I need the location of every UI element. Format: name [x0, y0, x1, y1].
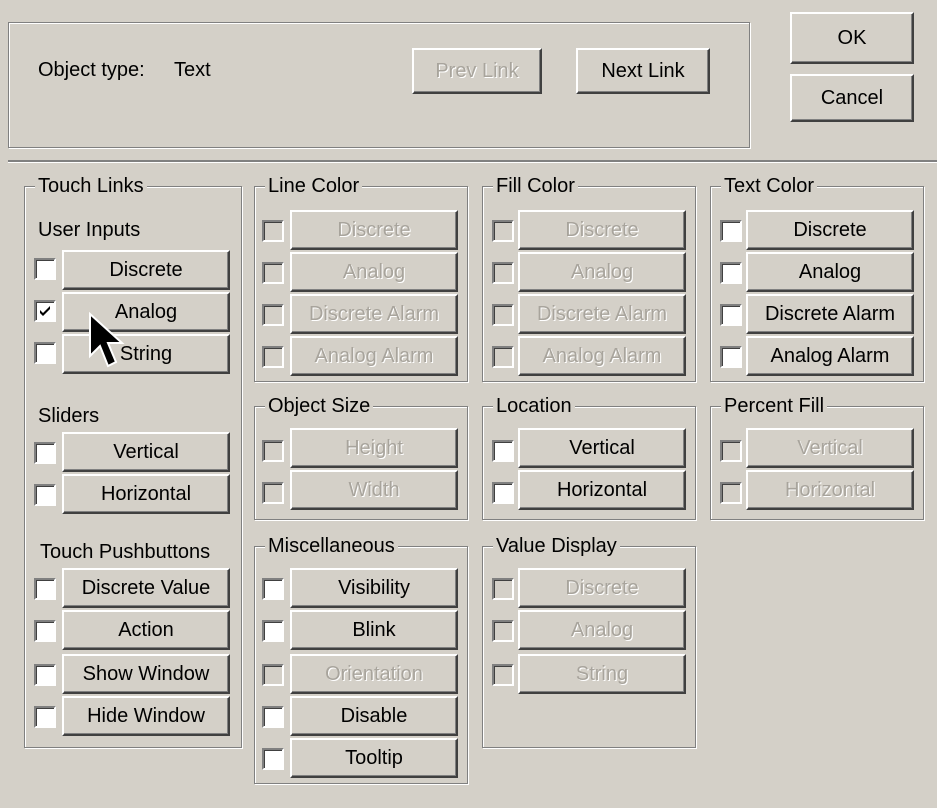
slider-horizontal-checkbox[interactable] — [34, 484, 56, 506]
text-color-analog-alarm-button[interactable]: Analog Alarm — [746, 336, 914, 376]
misc-tooltip-checkbox[interactable] — [262, 748, 284, 770]
fill-color-title: Fill Color — [493, 174, 578, 198]
line-color-analog-alarm-checkbox[interactable] — [262, 346, 284, 368]
location-title: Location — [493, 394, 575, 418]
line-color-discrete-alarm-button[interactable]: Discrete Alarm — [290, 294, 458, 334]
value-display-string-checkbox[interactable] — [492, 664, 514, 686]
user-input-discrete-button[interactable]: Discrete — [62, 250, 230, 290]
touch-pushbuttons-label: Touch Pushbuttons — [40, 541, 211, 563]
text-color-analog-checkbox[interactable] — [720, 262, 742, 284]
mouse-cursor-icon — [89, 312, 125, 368]
line-color-analog-button[interactable]: Analog — [290, 252, 458, 292]
prev-link-button[interactable]: Prev Link — [412, 48, 542, 94]
ok-button[interactable]: OK — [790, 12, 914, 64]
object-size-width-button[interactable]: Width — [290, 470, 458, 510]
user-input-string-checkbox[interactable] — [34, 342, 56, 364]
pushbutton-action-button[interactable]: Action — [62, 610, 230, 650]
text-color-discrete-alarm-checkbox[interactable] — [720, 304, 742, 326]
percent-fill-vertical-button[interactable]: Vertical — [746, 428, 914, 468]
pushbutton-hide-window-button[interactable]: Hide Window — [62, 696, 230, 736]
check-icon — [40, 306, 50, 316]
pushbutton-discrete-value-checkbox[interactable] — [34, 578, 56, 600]
location-vertical-button[interactable]: Vertical — [518, 428, 686, 468]
slider-horizontal-button[interactable]: Horizontal — [62, 474, 230, 514]
line-color-discrete-checkbox[interactable] — [262, 220, 284, 242]
object-size-width-checkbox[interactable] — [262, 482, 284, 504]
pushbutton-show-window-button[interactable]: Show Window — [62, 654, 230, 694]
misc-visibility-checkbox[interactable] — [262, 578, 284, 600]
text-color-discrete-button[interactable]: Discrete — [746, 210, 914, 250]
fill-color-discrete-alarm-button[interactable]: Discrete Alarm — [518, 294, 686, 334]
miscellaneous-title: Miscellaneous — [265, 534, 398, 558]
user-input-discrete-checkbox[interactable] — [34, 258, 56, 280]
line-color-title: Line Color — [265, 174, 363, 198]
object-type-value: Text — [174, 59, 211, 81]
fill-color-discrete-button[interactable]: Discrete — [518, 210, 686, 250]
text-color-discrete-checkbox[interactable] — [720, 220, 742, 242]
line-color-analog-checkbox[interactable] — [262, 262, 284, 284]
misc-disable-checkbox[interactable] — [262, 706, 284, 728]
touch-links-title: Touch Links — [35, 174, 147, 198]
misc-visibility-button[interactable]: Visibility — [290, 568, 458, 608]
text-color-discrete-alarm-button[interactable]: Discrete Alarm — [746, 294, 914, 334]
value-display-discrete-checkbox[interactable] — [492, 578, 514, 600]
misc-blink-checkbox[interactable] — [262, 620, 284, 642]
misc-orientation-checkbox[interactable] — [262, 664, 284, 686]
location-horizontal-checkbox[interactable] — [492, 482, 514, 504]
line-color-analog-alarm-button[interactable]: Analog Alarm — [290, 336, 458, 376]
pushbutton-show-window-checkbox[interactable] — [34, 664, 56, 686]
pushbutton-discrete-value-button[interactable]: Discrete Value — [62, 568, 230, 608]
object-size-title: Object Size — [265, 394, 374, 418]
location-vertical-checkbox[interactable] — [492, 440, 514, 462]
cancel-button[interactable]: Cancel — [790, 74, 914, 122]
line-color-discrete-alarm-checkbox[interactable] — [262, 304, 284, 326]
percent-fill-horizontal-checkbox[interactable] — [720, 482, 742, 504]
value-display-analog-checkbox[interactable] — [492, 620, 514, 642]
location-horizontal-button[interactable]: Horizontal — [518, 470, 686, 510]
misc-blink-button[interactable]: Blink — [290, 610, 458, 650]
text-color-analog-button[interactable]: Analog — [746, 252, 914, 292]
fill-color-analog-button[interactable]: Analog — [518, 252, 686, 292]
fill-color-analog-alarm-button[interactable]: Analog Alarm — [518, 336, 686, 376]
value-display-discrete-button[interactable]: Discrete — [518, 568, 686, 608]
text-color-title: Text Color — [721, 174, 818, 198]
fill-color-discrete-checkbox[interactable] — [492, 220, 514, 242]
percent-fill-horizontal-button[interactable]: Horizontal — [746, 470, 914, 510]
pushbutton-hide-window-checkbox[interactable] — [34, 706, 56, 728]
value-display-analog-button[interactable]: Analog — [518, 610, 686, 650]
separator-line — [8, 160, 937, 163]
text-color-analog-alarm-checkbox[interactable] — [720, 346, 742, 368]
user-inputs-label: User Inputs — [38, 219, 141, 241]
percent-fill-vertical-checkbox[interactable] — [720, 440, 742, 462]
object-size-height-checkbox[interactable] — [262, 440, 284, 462]
fill-color-discrete-alarm-checkbox[interactable] — [492, 304, 514, 326]
user-input-analog-checkbox[interactable] — [34, 300, 56, 322]
fill-color-analog-checkbox[interactable] — [492, 262, 514, 284]
sliders-label: Sliders — [38, 405, 100, 427]
pushbutton-action-checkbox[interactable] — [34, 620, 56, 642]
slider-vertical-checkbox[interactable] — [34, 442, 56, 464]
misc-tooltip-button[interactable]: Tooltip — [290, 738, 458, 778]
misc-disable-button[interactable]: Disable — [290, 696, 458, 736]
object-type-label: Object type: — [38, 59, 145, 81]
misc-orientation-button[interactable]: Orientation — [290, 654, 458, 694]
percent-fill-title: Percent Fill — [721, 394, 828, 418]
value-display-title: Value Display — [493, 534, 620, 558]
object-size-height-button[interactable]: Height — [290, 428, 458, 468]
next-link-button[interactable]: Next Link — [576, 48, 710, 94]
value-display-string-button[interactable]: String — [518, 654, 686, 694]
slider-vertical-button[interactable]: Vertical — [62, 432, 230, 472]
fill-color-analog-alarm-checkbox[interactable] — [492, 346, 514, 368]
line-color-discrete-button[interactable]: Discrete — [290, 210, 458, 250]
